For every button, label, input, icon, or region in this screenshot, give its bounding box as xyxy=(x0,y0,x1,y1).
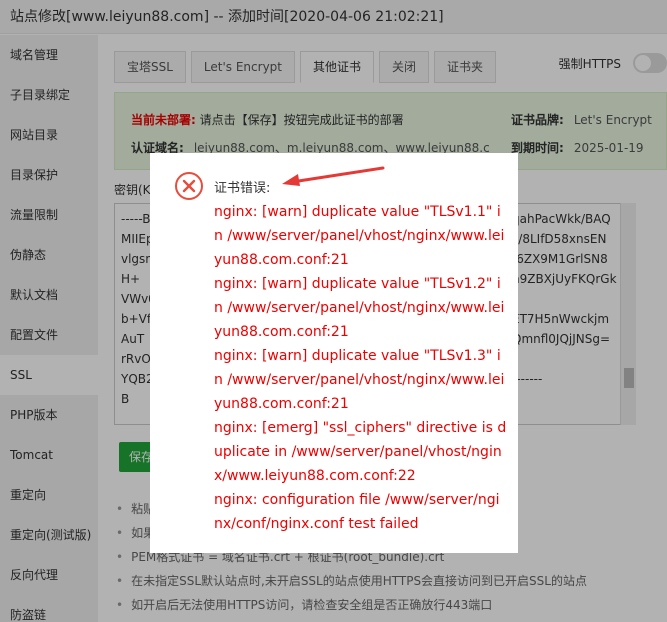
error-circle-icon xyxy=(175,172,203,200)
error-dialog: 证书错误: nginx: [warn] duplicate value "TLS… xyxy=(150,153,518,553)
dialog-title: 证书错误: xyxy=(214,181,271,196)
dialog-message: nginx: [warn] duplicate value "TLSv1.1" … xyxy=(214,204,507,532)
annotation-arrow-icon xyxy=(282,166,385,186)
